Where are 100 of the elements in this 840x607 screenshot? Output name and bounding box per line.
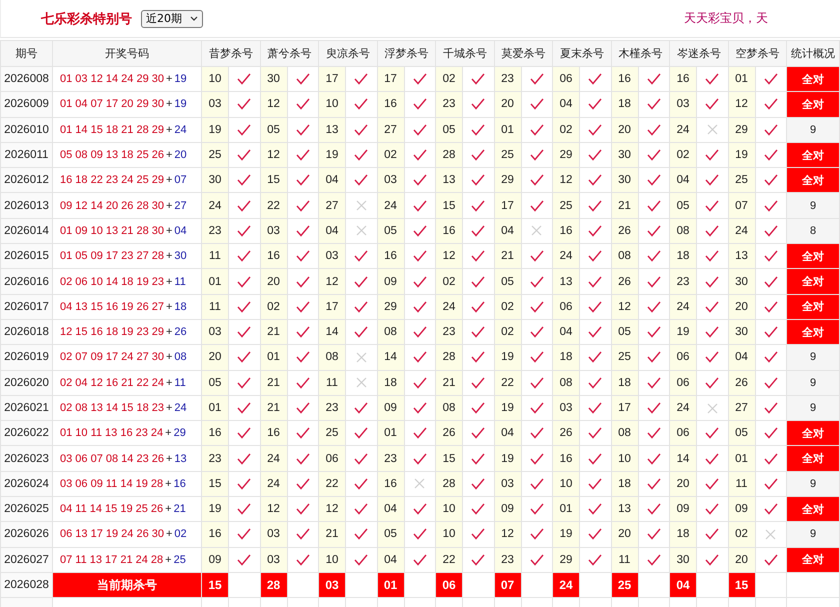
kill-number: 15 (436, 446, 462, 472)
main-numbers: 16 18 22 23 24 25 29 (60, 174, 164, 186)
kill-number: 27 (377, 117, 404, 142)
kill-number: 13 (611, 496, 638, 522)
current-kill-number: 07 (494, 572, 521, 598)
issue-cell: 2026024 (0, 471, 52, 497)
kill-number: 28 (436, 344, 462, 370)
kill-number: 20 (611, 117, 638, 142)
kill-number: 30 (611, 168, 638, 193)
kill-number: 09 (494, 496, 521, 522)
main-numbers: 05 08 09 13 18 25 26 (60, 149, 164, 162)
kill-number: 10 (436, 496, 462, 522)
kill-number: 23 (202, 446, 228, 472)
kill-number: 12 (260, 92, 287, 118)
kill-number: 19 (728, 142, 755, 168)
kill-number: 24 (260, 471, 287, 497)
kill-number: 23 (494, 547, 521, 572)
all-correct-badge: 全对 (786, 168, 840, 193)
kill-number: 04 (728, 344, 755, 370)
kill-number: 10 (611, 446, 638, 472)
kill-number: 13 (436, 168, 462, 193)
kill-number: 16 (552, 218, 580, 244)
issue-cell: 2026023 (0, 446, 52, 472)
issue-cell: 2026020 (0, 370, 52, 396)
kill-number: 09 (377, 268, 404, 294)
kill-number: 24 (377, 192, 404, 218)
page-title: 七乐彩杀特别号 (41, 10, 133, 28)
main-numbers: 07 11 13 17 21 24 28 (60, 554, 164, 566)
current-kill-number: 04 (670, 572, 696, 598)
kill-number: 20 (202, 344, 228, 370)
plus-sign: + (166, 300, 172, 313)
kill-number: 04 (377, 496, 404, 522)
kill-number: 04 (318, 218, 346, 244)
kill-number: 12 (552, 168, 580, 193)
column-header: 昔梦杀号 (202, 40, 260, 66)
issue-cell: 2026019 (0, 344, 52, 370)
kill-number: 06 (670, 370, 696, 396)
kill-number: 23 (494, 66, 521, 92)
main-numbers: 06 13 17 19 24 26 30 (60, 528, 164, 540)
kill-number: 25 (202, 142, 228, 168)
kill-number: 21 (494, 244, 521, 269)
kill-number: 10 (318, 92, 346, 118)
kill-number: 03 (552, 395, 580, 421)
kill-number: 27 (728, 395, 755, 421)
kill-number: 04 (318, 168, 346, 193)
current-kill-number: 01 (377, 572, 404, 598)
hit-count: 9 (786, 370, 840, 396)
kill-number: 02 (494, 294, 521, 320)
kill-number: 19 (494, 395, 521, 421)
kill-number: 05 (202, 370, 228, 396)
all-correct-badge: 全对 (786, 244, 840, 269)
plus-sign: + (166, 351, 172, 364)
kill-number: 26 (728, 370, 755, 396)
current-kill-number: 06 (436, 572, 462, 598)
issue-cell: 2026022 (0, 420, 52, 446)
chevron-icon (190, 16, 198, 21)
kill-number: 10 (552, 471, 580, 497)
kill-number: 02 (552, 117, 580, 142)
kill-number: 20 (260, 268, 287, 294)
kill-number: 16 (202, 522, 228, 548)
kill-number: 17 (494, 192, 521, 218)
kill-number: 03 (260, 218, 287, 244)
main-numbers: 01 05 09 17 23 27 28 (60, 250, 164, 262)
kill-number: 17 (318, 66, 346, 92)
current-kill-number: 28 (260, 572, 287, 598)
special-number: 20 (174, 149, 187, 162)
column-header: 莫爱杀号 (494, 40, 552, 66)
plus-sign: + (165, 478, 172, 490)
plus-sign: + (166, 528, 172, 540)
special-number: 16 (174, 478, 186, 490)
kill-number: 20 (728, 547, 755, 572)
kill-number: 05 (494, 268, 521, 294)
current-kill-number: 24 (552, 572, 580, 598)
current-kill-number: 25 (611, 572, 638, 598)
all-correct-badge: 全对 (786, 319, 840, 345)
current-kill-number: 15 (202, 572, 228, 598)
special-number: 24 (174, 124, 187, 136)
kill-number: 26 (611, 268, 638, 294)
all-correct-badge: 全对 (786, 142, 840, 168)
kill-number: 24 (728, 218, 755, 244)
period-select[interactable]: 近20期 (141, 10, 203, 28)
hit-count: 9 (786, 522, 840, 548)
issue-cell: 2026017 (0, 294, 52, 320)
column-header: 岑迷杀号 (670, 40, 728, 66)
special-number: 30 (174, 250, 187, 262)
main-numbers: 02 04 12 16 21 22 24 (60, 376, 164, 389)
kill-number: 21 (611, 192, 638, 218)
kill-number: 14 (377, 344, 404, 370)
kill-number: 01 (202, 395, 228, 421)
slogan-text: 天天彩宝贝，天 (684, 10, 768, 27)
issue-cell: 2026011 (0, 142, 52, 168)
issue-cell: 2026009 (0, 92, 52, 118)
kill-number: 10 (436, 522, 462, 548)
kill-number: 21 (260, 370, 287, 396)
kill-number: 05 (377, 522, 404, 548)
kill-number: 03 (494, 471, 521, 497)
kill-number: 11 (728, 471, 755, 497)
current-kill-number: 03 (318, 572, 346, 598)
kill-number: 08 (377, 319, 404, 345)
kill-number: 03 (202, 92, 228, 118)
